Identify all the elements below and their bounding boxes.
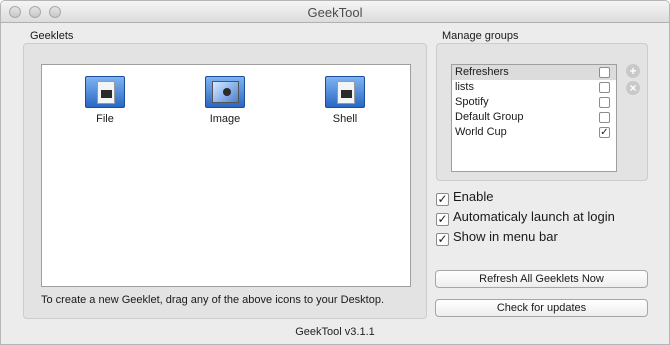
geeklet-label-shell: Shell <box>332 113 358 125</box>
check-updates-button[interactable]: Check for updates <box>435 299 648 317</box>
geeklet-label-image: Image <box>209 113 241 125</box>
plus-icon[interactable]: + <box>626 64 640 78</box>
group-name: World Cup <box>455 126 507 138</box>
geeklet-palette: File Image Shell <box>41 64 411 287</box>
group-checkbox[interactable]: ✓ <box>599 127 610 138</box>
manage-groups-label: Manage groups <box>442 30 519 42</box>
menu-bar-checkbox-row[interactable]: ✓ Show in menu bar <box>436 229 558 246</box>
group-name: Spotify <box>455 96 489 108</box>
file-geeklet-icon <box>85 76 125 108</box>
file-geeklet[interactable]: File <box>65 76 145 125</box>
image-geeklet[interactable]: Image <box>185 76 265 125</box>
image-geeklet-icon <box>205 76 245 108</box>
menu-bar-checkbox[interactable]: ✓ <box>436 233 449 246</box>
group-checkbox[interactable] <box>599 82 610 93</box>
title-bar: GeekTool <box>1 1 669 23</box>
group-row[interactable]: Default Group <box>452 110 616 125</box>
shell-geeklet[interactable]: Shell <box>305 76 385 125</box>
group-name: lists <box>455 81 474 93</box>
group-checkbox[interactable] <box>599 67 610 78</box>
group-checkbox[interactable] <box>599 97 610 108</box>
geektool-window: GeekTool Geeklets File Image Shell To cr… <box>0 0 670 345</box>
geeklet-help-text: To create a new Geeklet, drag any of the… <box>41 294 385 306</box>
menu-bar-label: Show in menu bar <box>453 229 558 244</box>
window-title: GeekTool <box>307 5 363 20</box>
group-name: Refreshers <box>455 66 509 78</box>
enable-checkbox[interactable]: ✓ <box>436 193 449 206</box>
shell-geeklet-icon <box>325 76 365 108</box>
group-checkbox[interactable] <box>599 112 610 123</box>
group-row[interactable]: Spotify <box>452 95 616 110</box>
group-row[interactable]: World Cup ✓ <box>452 125 616 140</box>
group-row[interactable]: lists <box>452 80 616 95</box>
auto-launch-label: Automaticaly launch at login <box>453 209 615 224</box>
group-row[interactable]: Refreshers <box>452 65 616 80</box>
geeklet-label-file: File <box>96 113 114 125</box>
group-name: Default Group <box>455 111 524 123</box>
version-label: GeekTool v3.1.1 <box>295 326 375 338</box>
enable-checkbox-row[interactable]: ✓ Enable <box>436 189 493 206</box>
enable-label: Enable <box>453 189 494 204</box>
close-icon[interactable]: × <box>626 81 640 95</box>
refresh-all-button[interactable]: Refresh All Geeklets Now <box>435 270 648 288</box>
auto-launch-checkbox-row[interactable]: ✓ Automaticaly launch at login <box>436 209 615 226</box>
auto-launch-checkbox[interactable]: ✓ <box>436 213 449 226</box>
groups-list[interactable]: Refreshers lists Spotify Default Group W… <box>451 64 617 172</box>
geeklets-section-label: Geeklets <box>30 30 74 42</box>
